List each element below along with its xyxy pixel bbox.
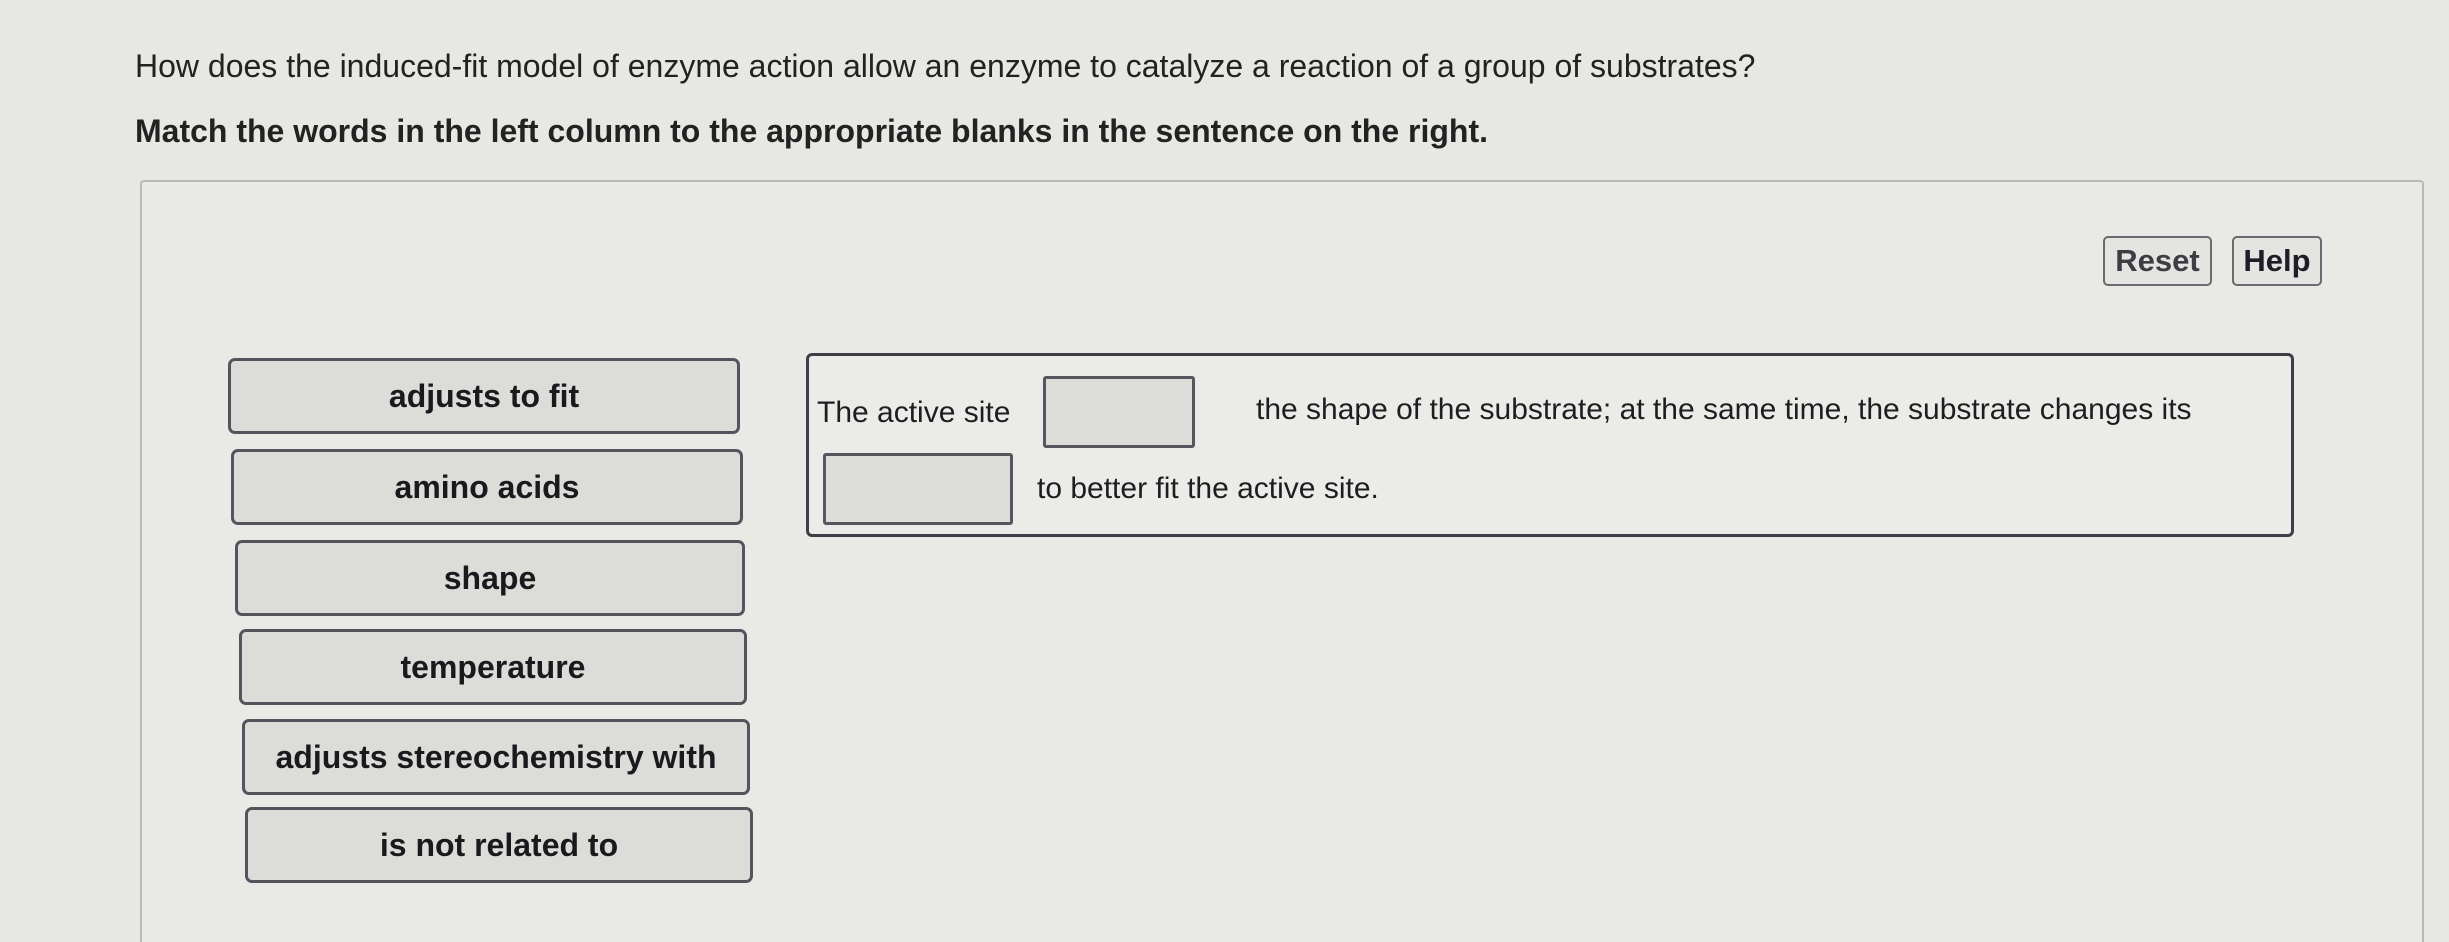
sentence-drop-area: The active site the shape of the substra… [806,353,2294,537]
word-tile[interactable]: amino acids [231,449,743,525]
help-button[interactable]: Help [2232,236,2322,286]
word-tile[interactable]: adjusts stereochemistry with [242,719,750,795]
word-tile[interactable]: is not related to [245,807,753,883]
sentence-part-1: The active site [817,396,1011,429]
reset-button[interactable]: Reset [2103,236,2212,286]
question-title: How does the induced-fit model of enzyme… [135,48,1756,84]
sentence-part-3: to better fit the active site. [1037,472,1379,505]
word-tile[interactable]: adjusts to fit [228,358,740,434]
sentence-part-2: the shape of the substrate; at the same … [1256,393,2192,426]
word-tile[interactable]: shape [235,540,745,616]
word-tile[interactable]: temperature [239,629,747,705]
blank-drop-target-2[interactable] [823,453,1013,525]
blank-drop-target-1[interactable] [1043,376,1195,448]
question-instruction: Match the words in the left column to th… [135,113,1489,149]
